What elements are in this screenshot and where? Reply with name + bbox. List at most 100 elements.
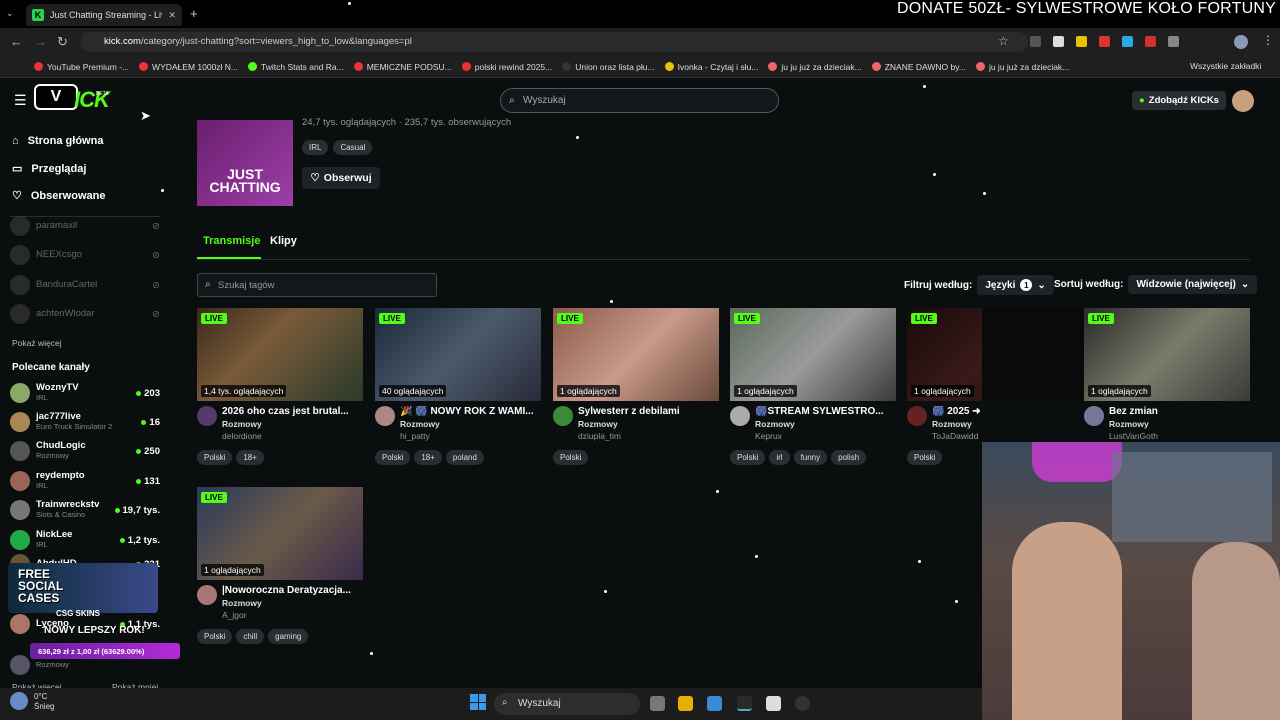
stream-category: Rozmowy [400, 419, 440, 429]
tag[interactable]: poland [445, 450, 484, 465]
recommended-channel[interactable]: NickLee IRL 1,2 tys. [10, 527, 160, 553]
site-logo[interactable]: V [34, 84, 78, 110]
weather-icon[interactable] [10, 692, 28, 710]
stream-thumbnail[interactable]: LIVE 1 oglądających [1084, 308, 1250, 401]
reload-icon[interactable]: ↻ [57, 34, 68, 50]
tag[interactable]: Polski [197, 629, 233, 644]
bookmark-item[interactable]: Twitch Stats and Ra... [248, 62, 344, 72]
forward-icon[interactable]: → [34, 34, 47, 49]
stream-thumbnail[interactable]: LIVE 1 oglądających [907, 308, 982, 401]
user-avatar[interactable] [1232, 90, 1254, 112]
tag[interactable]: Polski [553, 450, 589, 465]
tab-streams[interactable]: Transmisje [203, 235, 260, 247]
all-bookmarks[interactable]: Wszystkie zakładki [1190, 61, 1261, 71]
tag[interactable]: polish [831, 450, 867, 465]
stream-card[interactable]: LIVE 1 oglądających 🎆STREAM SYLWESTRO... R… [730, 308, 896, 468]
bookmark-item[interactable]: ju ju już za dzieciak... [768, 62, 862, 72]
extension-icon[interactable] [1122, 36, 1133, 47]
search-input[interactable]: Wyszukaj [500, 88, 779, 113]
extension-icon[interactable] [1053, 36, 1064, 47]
stream-thumbnail[interactable]: LIVE 1 oglądających [197, 487, 363, 580]
address-bar[interactable]: kick.com/category/just-chatting?sort=vie… [80, 32, 1028, 52]
tab-clips[interactable]: Klipy [270, 235, 297, 247]
tag[interactable]: funny [793, 450, 828, 465]
tag[interactable]: Polski [197, 450, 233, 465]
snow-particle [918, 560, 921, 563]
bookmark-item[interactable]: Ivonka - Czytaj i słu... [664, 62, 758, 72]
new-tab-icon[interactable]: + [190, 6, 198, 21]
browser-tab[interactable]: K Just Chatting Streaming - Live S ✕ [26, 4, 182, 26]
taskbar-search[interactable]: Wyszukaj [494, 693, 640, 715]
extension-icon[interactable] [1099, 36, 1110, 47]
puzzle-icon[interactable] [1168, 36, 1179, 47]
snow-particle [576, 136, 579, 139]
obs-icon[interactable] [795, 696, 810, 711]
tag[interactable]: Polski [907, 450, 943, 465]
get-kicks-button[interactable]: ● Zdobądź KICKs [1132, 91, 1226, 110]
windows-start-icon[interactable] [470, 694, 486, 710]
tag[interactable]: IRL [302, 140, 329, 155]
stream-card[interactable]: LIVE 1,4 tys. oglądających 2026 oho czas … [197, 308, 363, 468]
weather-widget[interactable]: 0°C Śnieg [34, 692, 54, 712]
menu-dots-icon[interactable]: ⋮ [1262, 33, 1274, 47]
recommended-channel[interactable]: reydempto IRL 131 [10, 468, 160, 494]
nav-following[interactable]: ♡ Obserwowane [12, 189, 105, 203]
stream-card[interactable]: LIVE 40 oglądających 🎉 🎆 NOWY ROK Z WAMI.… [375, 308, 541, 468]
profile-icon[interactable] [1234, 35, 1248, 49]
offline-channel[interactable]: paramaxil ⊘ [10, 213, 160, 239]
back-icon[interactable]: ← [10, 34, 23, 49]
streamer-name: hi_patty [400, 431, 430, 441]
bookmark-star-icon[interactable]: ☆ [998, 34, 1009, 48]
bookmark-item[interactable]: ZNANE DAWNO by... [871, 62, 966, 72]
stream-card[interactable]: LIVE 1 oglądających |Noworoczna Deratyzac… [197, 487, 363, 647]
tag[interactable]: 18+ [236, 450, 264, 465]
tag[interactable]: Casual [333, 140, 373, 155]
offline-channel[interactable]: BanduraCartel ⊘ [10, 272, 160, 298]
file-explorer-icon[interactable] [678, 696, 693, 711]
tag[interactable]: irl [769, 450, 790, 465]
tab-close-icon[interactable]: ✕ [168, 10, 176, 21]
recommended-channel[interactable]: Trainwreckstv Slots & Casino 19,7 tys. [10, 497, 160, 523]
chrome-icon[interactable] [737, 696, 752, 711]
extension-icon[interactable] [1076, 36, 1087, 47]
extension-icon[interactable] [1030, 36, 1041, 47]
sort-dropdown[interactable]: Widzowie (najwięcej) ⌄ [1128, 275, 1258, 294]
tab-search-icon[interactable]: ⌄ [6, 8, 14, 19]
follow-button[interactable]: ♡ Obserwuj [302, 167, 380, 189]
recommended-channel[interactable]: jac777live Euro Truck Simulator 2 16 [10, 409, 160, 435]
tag-search-input[interactable]: Szukaj tagów [197, 273, 437, 297]
nav-browse[interactable]: ▭ Przeglądaj [12, 162, 86, 176]
store-icon[interactable] [707, 696, 722, 711]
offline-channel[interactable]: achtenWlodar ⊘ [10, 301, 160, 327]
recommended-channel[interactable]: ChudLogic Rozmowy 250 [10, 438, 160, 464]
tag[interactable]: 18+ [414, 450, 442, 465]
show-more-link[interactable]: Pokaż więcej [12, 338, 62, 348]
bookmark-item[interactable]: MEMICZNE PODSU... [353, 62, 452, 72]
streamer-name: ToJaDawidd [932, 431, 979, 441]
stream-category: Rozmowy [1109, 419, 1149, 429]
bookmark-item[interactable]: WYDAŁEM 1000zł N... [139, 62, 238, 72]
tag[interactable]: Polski [730, 450, 766, 465]
stream-card[interactable]: LIVE 1 oglądających Sylwesterr z debilami… [553, 308, 719, 468]
stream-thumbnail[interactable]: LIVE 1 oglądających [553, 308, 719, 401]
bookmark-item[interactable]: YouTube Premium -... [34, 62, 129, 72]
extension-icon[interactable] [1145, 36, 1156, 47]
bookmark-item[interactable]: polski rewind 2025... [461, 62, 552, 72]
stream-thumbnail[interactable]: LIVE 40 oglądających [375, 308, 541, 401]
tag[interactable]: chill [236, 629, 265, 644]
hamburger-menu-icon[interactable]: ☰ [14, 92, 27, 109]
bookmark-item[interactable]: ju ju już za dzieciak... [975, 62, 1069, 72]
recommended-channel[interactable]: WoznyTV IRL 203 [10, 380, 160, 406]
task-view-icon[interactable] [650, 696, 665, 711]
stream-thumbnail[interactable]: LIVE 1 oglądających [730, 308, 896, 401]
nav-home[interactable]: ⌂ Strona główna [12, 135, 103, 147]
stream-card[interactable]: LIVE1 oglądających 🎆 2025 ➜ 2026 | SYLWE… [907, 308, 982, 468]
language-filter-dropdown[interactable]: Języki 1 ⌄ [977, 275, 1054, 295]
tag[interactable]: gaming [268, 629, 309, 644]
category-tags: IRL Casual [302, 140, 373, 155]
stream-thumbnail[interactable]: LIVE 1,4 tys. oglądających [197, 308, 363, 401]
offline-channel[interactable]: NEEXcsgo ⊘ [10, 242, 160, 268]
bookmark-item[interactable]: Union oraz lista płu... [562, 62, 655, 72]
document-icon[interactable] [766, 696, 781, 711]
tag[interactable]: Polski [375, 450, 411, 465]
